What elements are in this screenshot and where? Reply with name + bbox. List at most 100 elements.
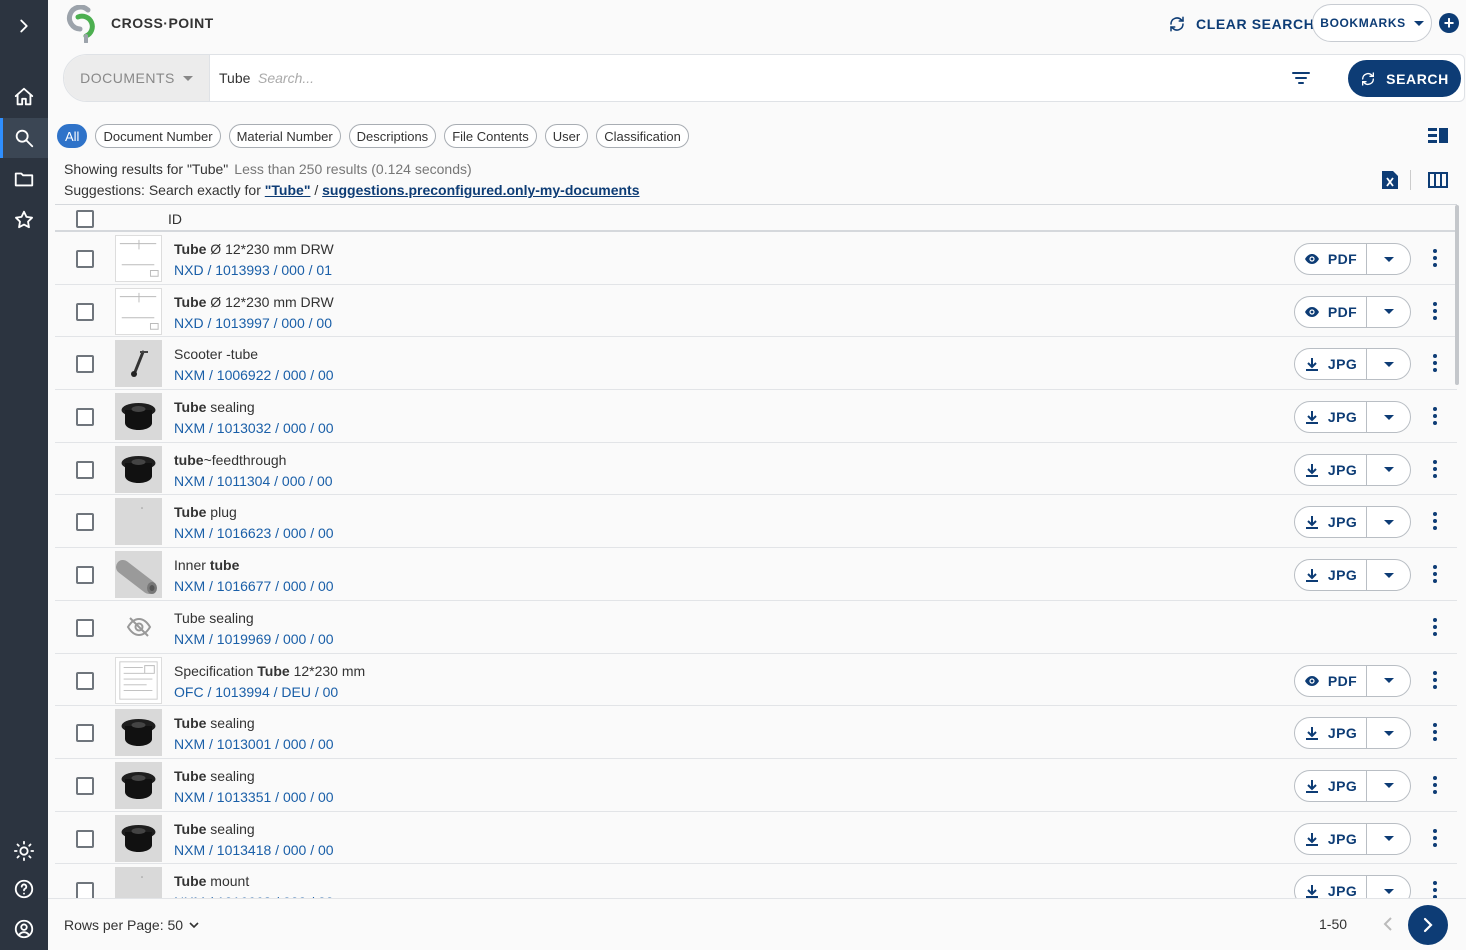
result-title[interactable]: Inner tube [174,557,239,573]
file-view-button[interactable]: PDF [1295,665,1367,696]
table-row[interactable]: Tube sealing NXM / 1019969 / 000 / 00 [55,601,1457,654]
more-options-icon[interactable] [1430,881,1440,898]
rows-per-page-select[interactable]: Rows per Page: 50 [64,917,199,933]
bookmarks-dropdown[interactable]: BOOKMARKS [1312,4,1432,42]
table-row[interactable]: Specification Tube 12*230 mm OFC / 10139… [55,654,1457,707]
table-row[interactable]: Tube sealing NXM / 1013418 / 000 / 00 JP… [55,812,1457,865]
thumbnail[interactable] [115,709,162,757]
file-download-button[interactable]: JPG [1295,454,1367,485]
row-checkbox[interactable] [76,566,94,585]
table-row[interactable]: Inner tube NXM / 1016677 / 000 / 00 JPG [55,548,1457,601]
file-options-dropdown[interactable] [1367,244,1410,274]
file-options-dropdown[interactable] [1367,718,1410,748]
row-checkbox[interactable] [76,250,94,268]
more-options-icon[interactable] [1430,354,1440,373]
suggestion-exact-link[interactable]: "Tube" [265,182,311,198]
file-view-button[interactable]: PDF [1295,296,1367,327]
nav-home[interactable] [0,77,48,117]
row-checkbox[interactable] [76,776,94,795]
result-title[interactable]: Tube sealing [174,821,255,837]
scope-select[interactable]: DOCUMENTS [64,55,210,101]
more-options-icon[interactable] [1430,828,1440,847]
result-document-id[interactable]: NXM / 1006922 / 000 / 00 [174,367,334,383]
filter-icon[interactable] [1292,70,1310,86]
thumbnail[interactable] [115,393,162,441]
file-options-dropdown[interactable] [1367,507,1410,537]
file-download-button[interactable]: JPG [1295,507,1367,538]
more-options-icon[interactable] [1430,617,1440,636]
row-checkbox[interactable] [76,724,94,743]
result-document-id[interactable]: OFC / 1013994 / DEU / 00 [174,684,338,700]
result-title[interactable]: Tube mount [174,873,249,889]
result-document-id[interactable]: NXM / 1013032 / 000 / 00 [174,420,334,436]
file-options-dropdown[interactable] [1367,402,1410,432]
result-title[interactable]: Tube Ø 12*230 mm DRW [174,294,334,310]
chip-classification[interactable]: Classification [596,124,689,148]
file-options-dropdown[interactable] [1367,349,1410,379]
more-options-icon[interactable] [1430,301,1440,320]
table-row[interactable]: Tube plug NXM / 1016623 / 000 / 00 JPG [55,495,1457,549]
chip-document-number[interactable]: Document Number [95,124,221,148]
file-options-dropdown[interactable] [1367,824,1410,854]
table-row[interactable]: Scooter -tube NXM / 1006922 / 000 / 00 J… [55,337,1457,391]
nav-search[interactable] [0,118,48,158]
result-document-id[interactable]: NXM / 1016623 / 000 / 00 [174,525,334,541]
file-options-dropdown[interactable] [1367,876,1410,898]
file-download-button[interactable]: JPG [1295,770,1367,801]
row-checkbox[interactable] [76,355,94,374]
suggestion-preconfigured-link[interactable]: suggestions.preconfigured.only-my-docume… [322,182,639,198]
file-download-button[interactable]: JPG [1295,560,1367,591]
file-download-button[interactable]: JPG [1295,402,1367,433]
thumbnail[interactable] [115,551,162,599]
file-options-dropdown[interactable] [1367,560,1410,590]
result-document-id[interactable]: NXM / 1019969 / 000 / 00 [174,631,334,647]
row-checkbox[interactable] [76,829,94,848]
result-title[interactable]: Scooter -tube [174,346,258,362]
more-options-icon[interactable] [1430,459,1440,478]
result-title[interactable]: Tube sealing [174,399,255,415]
row-checkbox[interactable] [76,671,94,690]
row-checkbox[interactable] [76,408,94,427]
thumbnail[interactable] [115,867,162,898]
search-query-chip[interactable]: Tube [219,70,250,86]
result-title[interactable]: Tube sealing [174,768,255,784]
file-download-button[interactable]: JPG [1295,349,1367,380]
table-row[interactable]: Tube sealing NXM / 1013351 / 000 / 00 JP… [55,759,1457,812]
result-document-id[interactable]: NXM / 1013351 / 000 / 00 [174,789,334,805]
file-view-button[interactable]: PDF [1295,244,1367,274]
select-all-checkbox[interactable] [76,210,94,228]
row-checkbox[interactable] [76,302,94,321]
more-options-icon[interactable] [1430,512,1440,531]
thumbnail[interactable] [115,761,162,809]
result-title[interactable]: Specification Tube 12*230 mm [174,663,365,679]
result-document-id[interactable]: NXM / 1011304 / 000 / 00 [174,473,333,489]
help-button[interactable] [0,869,48,909]
more-options-icon[interactable] [1430,565,1440,584]
file-options-dropdown[interactable] [1367,455,1410,485]
row-checkbox[interactable] [76,618,94,637]
thumbnail[interactable] [115,498,162,546]
chip-all[interactable]: All [57,124,88,148]
chip-user[interactable]: User [544,124,589,148]
previous-page-icon[interactable] [1382,915,1394,933]
result-document-id[interactable]: NXM / 1013418 / 000 / 00 [174,842,334,858]
file-options-dropdown[interactable] [1367,297,1410,327]
nav-folders[interactable] [0,159,48,199]
file-download-button[interactable]: JPG [1295,718,1367,749]
hidden-preview-icon[interactable] [115,604,162,651]
row-checkbox[interactable] [76,513,94,532]
result-title[interactable]: Tube sealing [174,715,255,731]
account-button[interactable] [0,909,48,949]
more-options-icon[interactable] [1430,723,1440,742]
table-row[interactable]: Tube Ø 12*230 mm DRW NXD / 1013993 / 000… [55,232,1457,285]
next-page-button[interactable] [1408,905,1448,945]
vertical-scrollbar[interactable] [1455,205,1459,385]
thumbnail[interactable] [115,814,162,862]
result-title[interactable]: Tube plug [174,504,237,520]
list-view-icon[interactable] [1428,127,1448,145]
result-title[interactable]: Tube sealing [174,610,254,626]
thumbnail[interactable] [115,235,162,282]
row-checkbox[interactable] [76,882,94,898]
search-input[interactable]: Search... [258,70,314,86]
file-download-button[interactable]: JPG [1295,823,1367,854]
